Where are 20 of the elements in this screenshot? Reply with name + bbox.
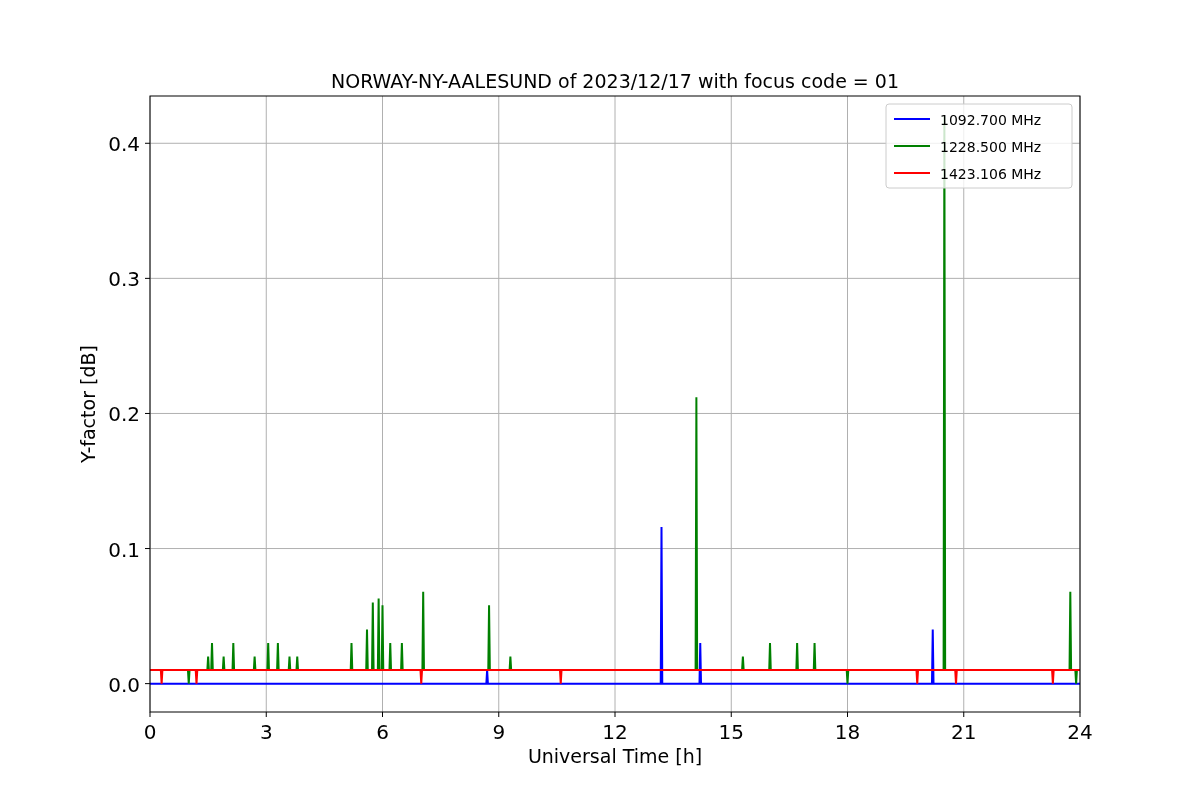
x-tick-label: 18	[834, 720, 861, 744]
y-tick-label: 0.4	[108, 132, 140, 157]
x-tick-label: 9	[492, 720, 506, 744]
legend-label: 1423.106 MHz	[940, 166, 1042, 182]
x-tick-label: 3	[259, 720, 273, 744]
x-tick-label: 24	[1067, 720, 1093, 744]
x-tick-label: 0	[143, 720, 157, 744]
legend-label: 1228.500 MHz	[940, 139, 1042, 155]
y-axis-label: Y-factor [dB]	[77, 345, 99, 463]
x-tick-label: 6	[376, 720, 389, 744]
y-tick-label: 0.3	[108, 267, 140, 292]
y-tick-label: 0.2	[108, 402, 140, 427]
y-tick-label: 0.0	[108, 672, 140, 697]
x-tick-label: 12	[602, 720, 628, 744]
legend-label: 1092.700 MHz	[940, 112, 1042, 128]
chart-title: NORWAY-NY-AALESUND of 2023/12/17 with focus code = 01	[331, 70, 899, 92]
x-axis-label: Universal Time [h]	[527, 745, 703, 767]
y-tick-label: 0.1	[108, 537, 140, 562]
x-tick-label: 21	[951, 720, 977, 744]
x-tick-label: 15	[718, 720, 744, 744]
